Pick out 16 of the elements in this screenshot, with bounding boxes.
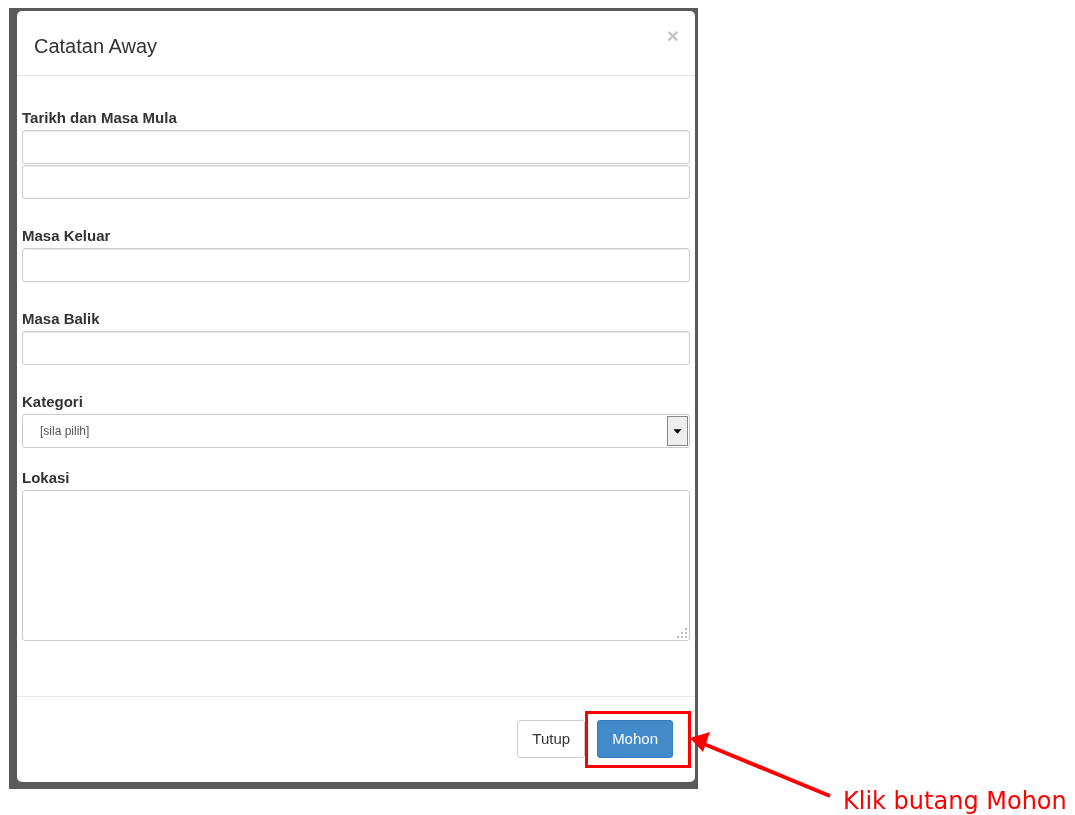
field-label: Masa Keluar	[22, 227, 112, 245]
close-dialog-button[interactable]: Tutup	[517, 720, 586, 758]
submit-button[interactable]: Mohon	[597, 720, 673, 758]
field-label: Lokasi	[22, 469, 71, 487]
annotation-text: Klik butang Mohon	[843, 787, 1067, 815]
field-label: Kategori	[22, 393, 84, 411]
dialog-title: Catatan Away	[34, 34, 158, 59]
textarea-field[interactable]	[22, 490, 690, 641]
text-input-field[interactable]	[22, 165, 690, 199]
resize-handle-icon[interactable]	[676, 627, 688, 639]
text-input-field[interactable]	[22, 130, 690, 164]
text-input-field[interactable]	[22, 331, 690, 365]
field-label: Tarikh dan Masa Mula	[22, 109, 178, 127]
select-field[interactable]: [sila pilih]	[22, 414, 690, 448]
text-input-field[interactable]	[22, 248, 690, 282]
field-label: Masa Balik	[22, 310, 101, 328]
